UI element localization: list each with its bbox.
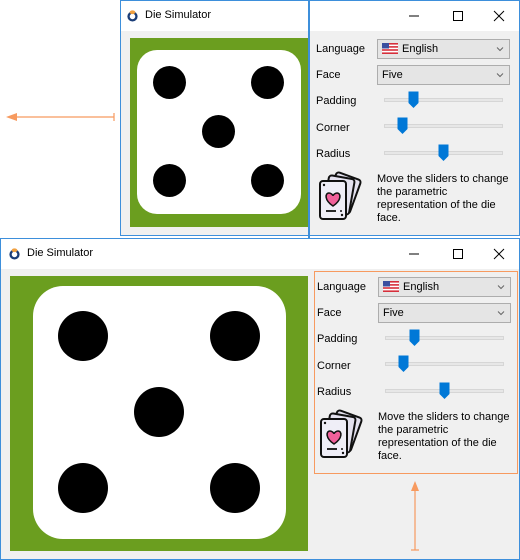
padding-slider-thumb[interactable] [409,329,420,347]
die-canvas [10,276,308,551]
title-bar[interactable]: Die Simulator [1,239,519,269]
pip-bottom-left [153,164,186,197]
corner-slider-thumb[interactable] [397,117,408,135]
help-text: Move the sliders to change the parametri… [378,411,518,463]
chevron-down-icon [497,285,505,290]
corner-label: Corner [316,122,350,134]
title-bar[interactable]: Die Simulator [121,1,519,31]
arrow-left-annotation [6,113,115,121]
radius-label: Radius [317,386,352,398]
help-text-line: the parametric [377,186,448,198]
pip-top-left [58,311,108,361]
pip-top-right [251,66,284,99]
pip-top-right [210,311,260,361]
corner-label: Corner [317,360,351,372]
face-value: Five [382,69,403,81]
pip-center [202,115,235,148]
app-icon [9,248,20,260]
padding-slider-track[interactable] [384,98,503,102]
help-text-line: representation of the die [377,199,496,211]
language-label: Language [317,281,366,293]
padding-label: Padding [316,95,357,107]
playing-cards-heart-icon [320,409,363,458]
help-text-line: Move the sliders to change [378,411,510,423]
help-text-line: Move the sliders to change [377,173,509,185]
language-value: English [403,281,440,293]
arrow-up-annotation [411,481,419,551]
minimize-icon[interactable] [405,7,423,25]
bottom-window: Die Simulator Language English Face Five… [0,238,520,560]
language-select[interactable]: English [377,39,510,59]
pip-bottom-right [251,164,284,197]
chevron-down-icon [496,47,504,52]
help-text-line: face. [377,212,401,224]
help-text-line: face. [378,450,402,462]
language-select[interactable]: English [378,277,511,297]
pip-bottom-left [58,463,108,513]
pip-top-left [153,66,186,99]
corner-slider-thumb[interactable] [398,355,409,373]
window-title: Die Simulator [145,9,212,21]
top-window: Die Simulator Language English Face Five… [120,0,520,236]
radius-slider-thumb[interactable] [438,144,449,162]
playing-cards-heart-icon [319,171,362,220]
us-flag-icon [382,42,398,54]
padding-slider-track[interactable] [385,336,504,340]
chevron-down-icon [497,311,505,316]
die-canvas [130,38,309,227]
face-label: Face [317,307,342,319]
face-select[interactable]: Five [377,65,510,85]
die-face [137,50,301,214]
maximize-icon[interactable] [449,245,467,263]
radius-slider-thumb[interactable] [439,382,450,400]
maximize-icon[interactable] [449,7,467,25]
padding-slider-thumb[interactable] [408,91,419,109]
face-select[interactable]: Five [378,303,511,323]
padding-label: Padding [317,333,358,345]
us-flag-icon [383,280,399,292]
help-text: Move the sliders to change the parametri… [377,173,517,225]
language-label: Language [316,43,365,55]
minimize-icon[interactable] [405,245,423,263]
face-label: Face [316,69,341,81]
close-icon[interactable] [490,7,508,25]
app-icon [127,10,138,22]
close-icon[interactable] [490,245,508,263]
die-face [33,286,286,539]
help-text-line: the parametric [378,424,449,436]
window-title: Die Simulator [27,247,94,259]
help-text-line: representation of the die [378,437,497,449]
radius-label: Radius [316,148,351,160]
language-value: English [402,43,439,55]
pip-bottom-right [210,463,260,513]
pip-center [134,387,184,437]
face-value: Five [383,307,404,319]
chevron-down-icon [496,73,504,78]
